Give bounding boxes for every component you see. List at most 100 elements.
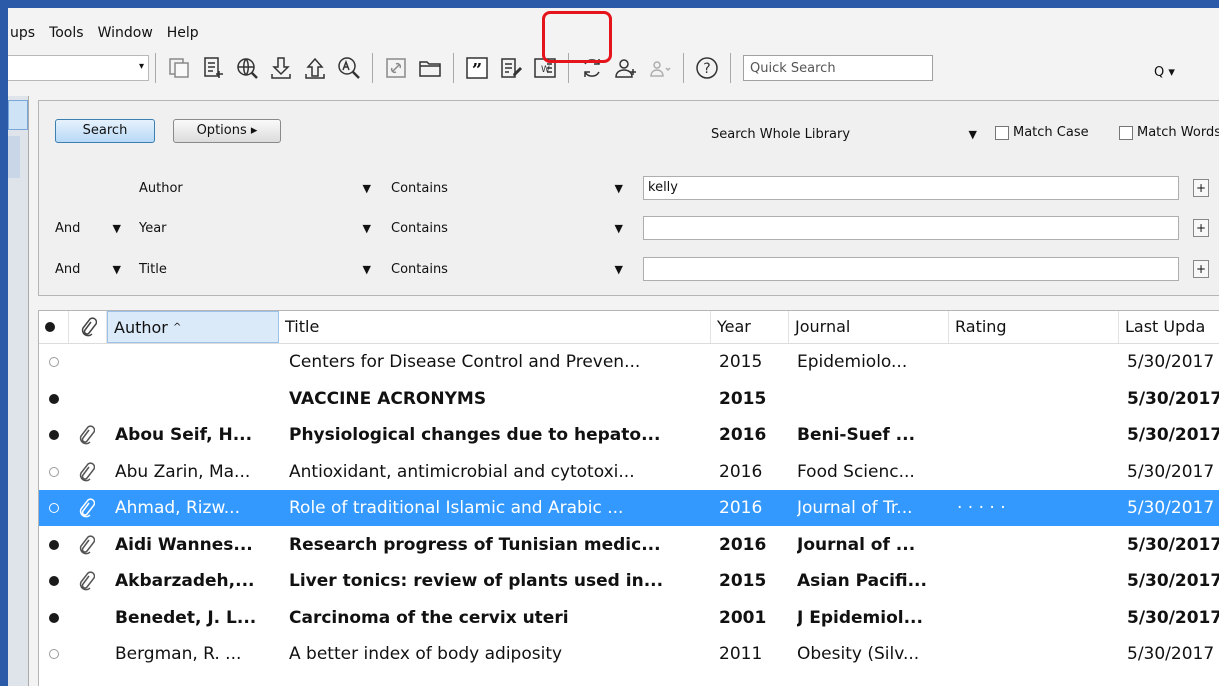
- search-value-input[interactable]: [643, 216, 1179, 240]
- search-value-input[interactable]: kelly: [643, 176, 1179, 200]
- format-bibliography-button[interactable]: [496, 53, 526, 83]
- copy-formatted-button[interactable]: [164, 53, 194, 83]
- boolean-value: And: [55, 221, 81, 236]
- export-button[interactable]: [300, 53, 330, 83]
- svg-text:”: ”: [472, 60, 482, 80]
- search-field-select[interactable]: Title ▼: [139, 258, 377, 282]
- table-row[interactable]: Akbarzadeh,... Liver tonics: review of pl…: [39, 563, 1219, 599]
- search-operator-select[interactable]: Contains ▼: [391, 217, 629, 241]
- quick-search-input[interactable]: Quick Search: [743, 55, 933, 81]
- cell-journal: Beni-Suef ...: [797, 425, 916, 445]
- toolbar-separator: [155, 53, 156, 83]
- new-reference-button[interactable]: [198, 53, 228, 83]
- menu-help[interactable]: Help: [161, 25, 207, 41]
- open-file-button[interactable]: [415, 53, 445, 83]
- link-icon: [386, 58, 406, 78]
- groups-selected-item[interactable]: [8, 100, 28, 130]
- table-row[interactable]: VACCINE ACRONYMS 2015 5/30/2017: [39, 381, 1219, 417]
- search-operator-select[interactable]: Contains ▼: [391, 258, 629, 282]
- import-button[interactable]: [266, 53, 296, 83]
- chevron-down-icon: ▼: [614, 222, 623, 235]
- col-author[interactable]: Author ^: [107, 311, 279, 343]
- table-row[interactable]: Aidi Wannes... Research progress of Tunis…: [39, 527, 1219, 563]
- table-row[interactable]: Benedet, J. L... Carcinoma of the cervix …: [39, 600, 1219, 636]
- cell-journal: Journal of Tr...: [797, 498, 913, 518]
- find-fulltext-button[interactable]: [334, 53, 364, 83]
- quick-search-button[interactable]: Q ▾: [1154, 65, 1175, 80]
- groups-item[interactable]: [8, 136, 20, 178]
- menu-window[interactable]: Window: [92, 25, 161, 41]
- help-button[interactable]: ?: [692, 53, 722, 83]
- new-reference-icon: [204, 57, 223, 78]
- match-case-checkbox[interactable]: Match Case: [995, 123, 1089, 143]
- unread-dot-icon[interactable]: [49, 576, 59, 586]
- col-title[interactable]: Title: [279, 311, 711, 343]
- add-user-icon: [615, 59, 636, 78]
- boolean-select[interactable]: And ▼: [55, 258, 127, 282]
- unread-dot-icon[interactable]: [49, 539, 59, 550]
- sync-button[interactable]: [577, 53, 607, 83]
- table-row[interactable]: Centers for Disease Control and Preven..…: [39, 344, 1219, 380]
- boolean-select[interactable]: And ▼: [55, 217, 127, 241]
- chevron-down-icon: ▼: [614, 263, 623, 276]
- chevron-down-icon: ▼: [362, 263, 371, 276]
- unread-dot-icon[interactable]: [49, 393, 59, 404]
- col-year[interactable]: Year: [711, 311, 789, 343]
- online-search-button[interactable]: [232, 53, 262, 83]
- search-value-input[interactable]: [643, 257, 1179, 281]
- col-journal[interactable]: Journal: [789, 311, 949, 343]
- unread-dot-icon[interactable]: [49, 612, 59, 623]
- folder-icon: [419, 61, 441, 77]
- search-scope-select[interactable]: Search Whole Library ▼: [711, 123, 983, 147]
- paperclip-icon: [79, 534, 95, 554]
- search-field-select[interactable]: Author ▼: [139, 177, 377, 201]
- options-button[interactable]: Options ▸: [173, 119, 281, 143]
- search-button[interactable]: Search: [55, 119, 155, 143]
- cell-title: Research progress of Tunisian medic...: [289, 534, 661, 555]
- add-row-button[interactable]: +: [1193, 219, 1209, 237]
- menu-tools[interactable]: Tools: [43, 25, 92, 41]
- style-selector[interactable]: ▾: [8, 55, 149, 81]
- toolbar-separator: [730, 53, 731, 83]
- boolean-value: And: [55, 262, 81, 277]
- table-row[interactable]: Abu Zarin, Ma... Antioxidant, antimicrobi…: [39, 454, 1219, 490]
- unread-dot-icon[interactable]: [49, 430, 59, 440]
- col-rating[interactable]: Rating: [949, 311, 1119, 343]
- search-operator-value: Contains: [391, 262, 448, 277]
- read-dot-icon[interactable]: [49, 649, 59, 659]
- checkbox-box: [1119, 126, 1133, 140]
- table-row[interactable]: Ahmad, Rizw... Role of traditional Islami…: [39, 490, 1219, 526]
- cell-author: Ahmad, Rizw...: [115, 498, 240, 518]
- word-document-button[interactable]: W: [530, 53, 560, 83]
- open-link-button[interactable]: [381, 53, 411, 83]
- chevron-down-icon: ▼: [968, 128, 977, 141]
- word-icon: W: [534, 58, 556, 78]
- match-case-label: Match Case: [1013, 125, 1089, 140]
- cell-title: Carcinoma of the cervix uteri: [289, 607, 569, 628]
- share-group-button[interactable]: [611, 53, 641, 83]
- match-words-checkbox[interactable]: Match Words: [1119, 123, 1219, 143]
- add-row-button[interactable]: +: [1193, 179, 1209, 197]
- group-dropdown-button[interactable]: [645, 53, 675, 83]
- menu-groups[interactable]: ups: [8, 25, 43, 41]
- cell-journal: Obesity (Silv...: [797, 644, 920, 664]
- search-operator-select[interactable]: Contains ▼: [391, 177, 629, 201]
- cell-title: Centers for Disease Control and Preven..…: [289, 352, 641, 372]
- col-read-status[interactable]: [39, 311, 69, 343]
- group-user-icon: [650, 61, 671, 77]
- table-row[interactable]: Abou Seif, H... Physiological changes due…: [39, 417, 1219, 453]
- search-field-select[interactable]: Year ▼: [139, 217, 377, 241]
- cell-year: 2001: [719, 607, 767, 628]
- col-last-updated[interactable]: Last Upda: [1119, 311, 1219, 343]
- read-dot-icon[interactable]: [49, 357, 59, 367]
- insert-citation-button[interactable]: ”: [462, 53, 492, 83]
- read-dot-icon[interactable]: [49, 466, 59, 477]
- svg-text:W: W: [541, 65, 550, 75]
- cell-year: 2016: [719, 534, 767, 555]
- add-row-button[interactable]: +: [1193, 260, 1209, 278]
- col-attachment[interactable]: [69, 311, 107, 343]
- table-row[interactable]: Bergman, R. ... A better index of body ad…: [39, 636, 1219, 672]
- cell-author: Akbarzadeh,...: [115, 571, 255, 591]
- read-dot-icon[interactable]: [49, 503, 59, 513]
- cell-updated: 5/30/2017: [1127, 571, 1219, 591]
